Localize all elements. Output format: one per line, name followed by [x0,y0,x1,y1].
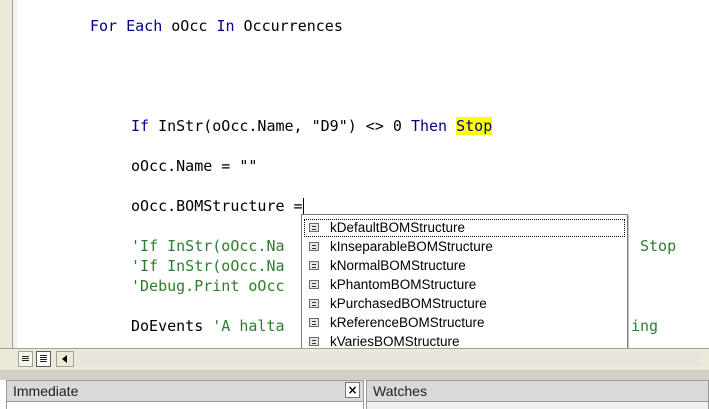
editor-bottom-bar: ≡ ≣ [0,348,709,370]
loop-variable: oOcc [162,17,217,35]
enum-member-icon [309,337,319,346]
autocomplete-item[interactable]: kPurchasedBOMStructure [304,295,625,313]
bom-assign-text: oOcc.BOMStructure = [131,197,303,215]
code-comment-halta-tail: ing [631,317,659,335]
keyword-if: If [131,117,150,135]
code-comment-1-tail: Stop [640,237,677,255]
code-line-name-assign: oOcc.Name = "" [131,157,258,175]
keyword-then: Then [410,117,448,135]
autocomplete-list[interactable]: kDefaultBOMStructure kInseparableBOMStru… [301,214,628,351]
autocomplete-item-label: kReferenceBOMStructure [330,315,485,330]
enum-member-icon [309,280,319,289]
pane-splitter[interactable] [0,370,709,380]
if-expression: InStr(oOcc.Name, "D9") <> 0 [149,117,411,135]
enum-member-icon [309,299,319,308]
autocomplete-item[interactable]: kInseparableBOMStructure [304,238,625,256]
doevents-comment: 'A halta [203,317,285,335]
enum-member-icon [309,318,319,327]
code-line-for-each: For Each oOcc In Occurrences [90,17,343,35]
close-icon[interactable]: × [345,382,360,398]
watches-pane-title: Watches [366,380,709,402]
keyword-stop-highlighted: Stop [456,117,493,135]
enum-member-icon [309,261,319,270]
code-line-doevents: DoEvents 'A halta [131,317,285,335]
keyword-in: In [216,17,235,35]
keyword-each: Each [126,17,163,35]
immediate-pane-title: Immediate [6,380,364,402]
full-module-view-button[interactable]: ≣ [36,351,51,367]
autocomplete-item[interactable]: kPhantomBOMStructure [304,276,625,294]
loop-collection: Occurrences [234,17,343,35]
autocomplete-item[interactable]: kNormalBOMStructure [304,257,625,275]
scroll-left-arrow-icon[interactable] [56,351,74,367]
autocomplete-item-label: kVariesBOMStructure [330,334,460,349]
autocomplete-item[interactable]: kReferenceBOMStructure [304,314,625,332]
code-line-bom-assign: oOcc.BOMStructure = [131,197,304,215]
enum-member-icon [309,223,319,232]
immediate-pane-body[interactable] [6,402,364,409]
enum-member-icon [309,242,319,251]
margin-strip [13,0,17,348]
autocomplete-item-label: kNormalBOMStructure [330,258,466,273]
doevents-text: DoEvents [131,317,204,335]
procedure-view-button[interactable]: ≡ [18,351,33,367]
code-comment-3: 'Debug.Print oOcc [131,277,285,295]
autocomplete-item-label: kPhantomBOMStructure [330,277,477,292]
watches-pane-body[interactable] [366,402,709,409]
keyword-for: For [90,17,118,35]
autocomplete-item-label: kDefaultBOMStructure [330,220,466,235]
autocomplete-item-label: kInseparableBOMStructure [330,239,493,254]
code-comment-1: 'If InStr(oOcc.Na [131,237,285,255]
autocomplete-item[interactable]: kDefaultBOMStructure [304,219,625,237]
code-comment-2: 'If InStr(oOcc.Na [131,257,285,275]
code-line-if: If InStr(oOcc.Name, "D9") <> 0 Then Stop [131,117,493,135]
margin-indicator-bar[interactable] [0,0,13,348]
autocomplete-item-label: kPurchasedBOMStructure [330,296,487,311]
text-caret [302,198,304,214]
horizontal-scrollbar[interactable] [76,352,701,366]
